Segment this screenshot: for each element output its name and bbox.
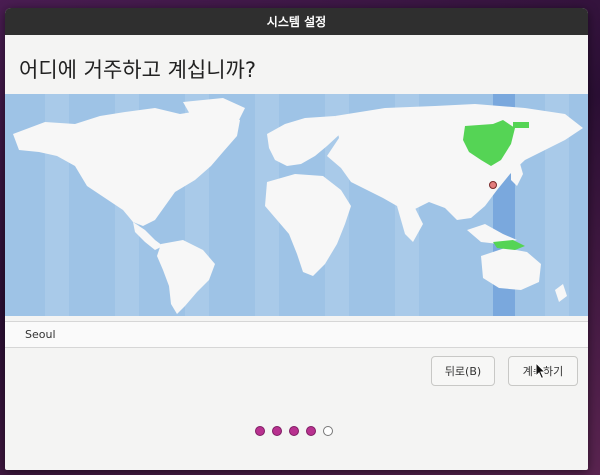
progress-dot-3 xyxy=(289,426,299,436)
progress-dot-5 xyxy=(323,426,333,436)
window-title: 시스템 설정 xyxy=(266,15,327,29)
mouse-pointer-icon xyxy=(535,362,547,380)
location-field[interactable] xyxy=(5,321,588,348)
progress-dot-2 xyxy=(272,426,282,436)
timezone-map[interactable] xyxy=(5,94,588,316)
back-button[interactable]: 뒤로(B) xyxy=(431,356,495,386)
progress-dot-4 xyxy=(306,426,316,436)
system-settings-window: 시스템 설정 어디에 거주하고 계십니까? Seoul 뒤로(B) xyxy=(5,8,588,470)
page-title: 어디에 거주하고 계십니까? xyxy=(19,58,257,82)
window-titlebar: 시스템 설정 xyxy=(5,8,588,35)
location-input[interactable] xyxy=(5,322,585,341)
progress-dot-1 xyxy=(255,426,265,436)
location-marker xyxy=(489,181,497,189)
progress-dots xyxy=(255,426,333,436)
